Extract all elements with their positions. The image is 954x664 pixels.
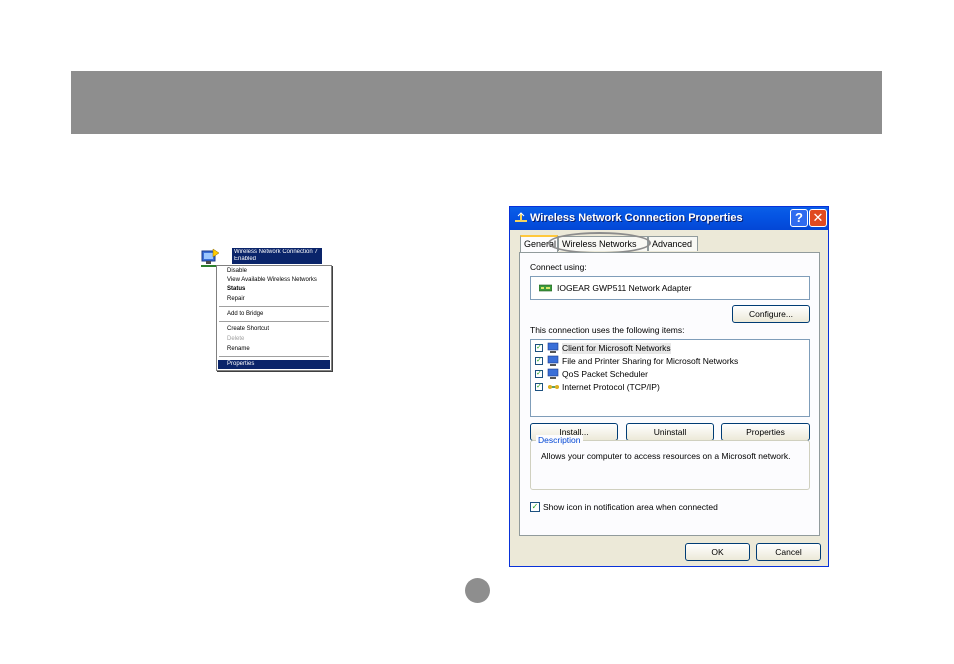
show-icon-label: Show icon in notification area when conn… [543, 502, 718, 512]
help-button[interactable]: ? [790, 209, 808, 227]
tooltip-connection-name: Wireless Network Connection 7 [234, 249, 318, 255]
item-checkbox[interactable]: ✓ [535, 357, 543, 365]
menu-item-view-available-networks[interactable]: View Available Wireless Networks [218, 276, 330, 285]
page-number-marker [465, 578, 490, 603]
description-text: Allows your computer to access resources… [541, 451, 791, 461]
description-title: Description [536, 435, 583, 446]
protocol-icon [548, 385, 559, 389]
menu-item-repair[interactable]: Repair [218, 295, 330, 304]
properties-dialog: Wireless Network Connection Properties ?… [509, 206, 829, 567]
context-menu: Disable View Available Wireless Networks… [216, 265, 332, 371]
title-bar[interactable]: Wireless Network Connection Properties ?… [510, 207, 828, 230]
uninstall-button[interactable]: Uninstall [626, 423, 714, 441]
show-icon-checkbox[interactable]: ✓ [530, 502, 540, 512]
printer-sharing-icon [547, 355, 559, 366]
adapter-name: IOGEAR GWP511 Network Adapter [557, 283, 692, 293]
network-connection-icon [515, 212, 527, 222]
menu-item-status[interactable]: Status [218, 285, 330, 294]
menu-item-rename[interactable]: Rename [218, 345, 330, 354]
items-label: This connection uses the following items… [530, 325, 685, 335]
menu-item-delete: Delete [227, 336, 245, 342]
menu-separator [219, 321, 329, 322]
close-button[interactable]: ✕ [809, 209, 827, 227]
dialog-title: Wireless Network Connection Properties [530, 212, 743, 224]
menu-separator [219, 356, 329, 357]
connect-using-label: Connect using: [530, 262, 587, 272]
menu-item-add-to-bridge[interactable]: Add to Bridge [218, 310, 330, 319]
general-tab-panel: Connect using: IOGEAR GWP511 Network Ada… [519, 252, 820, 536]
item-checkbox[interactable]: ✓ [535, 383, 543, 391]
adapter-field: IOGEAR GWP511 Network Adapter [530, 276, 810, 300]
network-adapter-icon [539, 284, 552, 292]
menu-separator [219, 306, 329, 307]
item-checkbox[interactable]: ✓ [535, 344, 543, 352]
menu-item-create-shortcut[interactable]: Create Shortcut [218, 325, 330, 334]
menu-item-disable[interactable]: Disable [218, 267, 330, 276]
item-checkbox[interactable]: ✓ [535, 370, 543, 378]
item-label: File and Printer Sharing for Microsoft N… [562, 356, 739, 366]
item-label: Client for Microsoft Networks [562, 343, 671, 354]
connection-tooltip: Wireless Network Connection 7 Enabled [232, 248, 322, 264]
tooltip-connection-state: Enabled [234, 256, 257, 262]
components-list: ✓ Client for Microsoft Networks ✓ File a… [530, 339, 810, 417]
description-group: Description Allows your computer to acce… [530, 435, 810, 490]
tray-context-menu-figure: Wireless Network Connection 7 Enabled Di… [199, 244, 339, 374]
highlight-ellipse [548, 232, 651, 254]
properties-button[interactable]: Properties [721, 423, 810, 441]
cancel-button[interactable]: Cancel [756, 543, 821, 561]
item-label: QoS Packet Scheduler [562, 369, 648, 379]
configure-button[interactable]: Configure... [732, 305, 810, 323]
tab-advanced[interactable]: Advanced [648, 236, 698, 251]
menu-item-properties[interactable]: Properties [218, 360, 330, 369]
item-label: Internet Protocol (TCP/IP) [562, 382, 660, 392]
header-band [71, 71, 882, 134]
ok-button[interactable]: OK [685, 543, 750, 561]
client-network-icon [547, 342, 559, 353]
scheduler-icon [547, 368, 559, 379]
